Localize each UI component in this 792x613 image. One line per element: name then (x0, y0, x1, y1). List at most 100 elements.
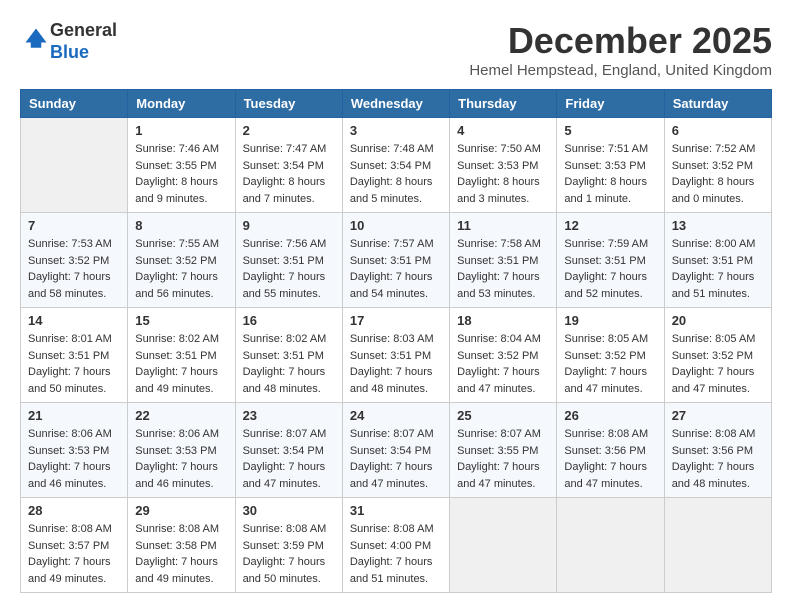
day-info: Sunrise: 7:56 AMSunset: 3:51 PMDaylight:… (243, 236, 335, 302)
day-number: 25 (457, 408, 549, 423)
day-number: 31 (350, 503, 442, 518)
calendar-cell (664, 498, 771, 593)
calendar-cell: 12 Sunrise: 7:59 AMSunset: 3:51 PMDayligh… (557, 213, 664, 308)
day-info: Sunrise: 8:08 AMSunset: 3:59 PMDaylight:… (243, 521, 335, 587)
day-number: 9 (243, 218, 335, 233)
day-info: Sunrise: 8:00 AMSunset: 3:51 PMDaylight:… (672, 236, 764, 302)
day-info: Sunrise: 8:04 AMSunset: 3:52 PMDaylight:… (457, 331, 549, 397)
calendar-cell: 17 Sunrise: 8:03 AMSunset: 3:51 PMDayligh… (342, 308, 449, 403)
day-info: Sunrise: 8:05 AMSunset: 3:52 PMDaylight:… (564, 331, 656, 397)
calendar-cell: 30 Sunrise: 8:08 AMSunset: 3:59 PMDayligh… (235, 498, 342, 593)
calendar-cell (450, 498, 557, 593)
calendar-week-row: 1 Sunrise: 7:46 AMSunset: 3:55 PMDaylight… (21, 118, 772, 213)
day-number: 30 (243, 503, 335, 518)
calendar-cell: 22Sunrise: 8:06 AMSunset: 3:53 PMDayligh… (128, 403, 235, 498)
calendar-cell: 31Sunrise: 8:08 AMSunset: 4:00 PMDayligh… (342, 498, 449, 593)
day-info: Sunrise: 7:55 AMSunset: 3:52 PMDaylight:… (135, 236, 227, 302)
day-number: 4 (457, 123, 549, 138)
calendar-cell: 19 Sunrise: 8:05 AMSunset: 3:52 PMDayligh… (557, 308, 664, 403)
day-number: 6 (672, 123, 764, 138)
logo: General Blue (20, 20, 117, 63)
calendar-cell: 16 Sunrise: 8:02 AMSunset: 3:51 PMDayligh… (235, 308, 342, 403)
calendar-cell (557, 498, 664, 593)
day-info: Sunrise: 8:07 AMSunset: 3:54 PMDaylight:… (350, 426, 442, 492)
calendar-cell: 28Sunrise: 8:08 AMSunset: 3:57 PMDayligh… (21, 498, 128, 593)
weekday-header-row: SundayMondayTuesdayWednesdayThursdayFrid… (21, 90, 772, 118)
day-info: Sunrise: 8:08 AMSunset: 3:58 PMDaylight:… (135, 521, 227, 587)
day-number: 1 (135, 123, 227, 138)
calendar-cell: 21 Sunrise: 8:06 AMSunset: 3:53 PMDayligh… (21, 403, 128, 498)
calendar-cell: 3Sunrise: 7:48 AMSunset: 3:54 PMDaylight… (342, 118, 449, 213)
day-number: 12 (564, 218, 656, 233)
day-info: Sunrise: 7:51 AMSunset: 3:53 PMDaylight:… (564, 141, 656, 207)
day-number: 14 (28, 313, 120, 328)
day-number: 10 (350, 218, 442, 233)
calendar-cell: 9 Sunrise: 7:56 AMSunset: 3:51 PMDaylight… (235, 213, 342, 308)
day-info: Sunrise: 8:02 AMSunset: 3:51 PMDaylight:… (135, 331, 227, 397)
day-number: 21 (28, 408, 120, 423)
day-info: Sunrise: 8:05 AMSunset: 3:52 PMDaylight:… (672, 331, 764, 397)
day-info: Sunrise: 8:06 AMSunset: 3:53 PMDaylight:… (28, 426, 120, 492)
calendar-cell: 26 Sunrise: 8:08 AMSunset: 3:56 PMDayligh… (557, 403, 664, 498)
calendar-cell (21, 118, 128, 213)
day-info: Sunrise: 8:08 AMSunset: 3:56 PMDaylight:… (564, 426, 656, 492)
weekday-header-sunday: Sunday (21, 90, 128, 118)
location: Hemel Hempstead, England, United Kingdom (469, 62, 772, 79)
calendar-cell: 23 Sunrise: 8:07 AMSunset: 3:54 PMDayligh… (235, 403, 342, 498)
calendar-cell: 1 Sunrise: 7:46 AMSunset: 3:55 PMDaylight… (128, 118, 235, 213)
day-info: Sunrise: 8:03 AMSunset: 3:51 PMDaylight:… (350, 331, 442, 397)
calendar-cell: 11Sunrise: 7:58 AMSunset: 3:51 PMDayligh… (450, 213, 557, 308)
day-number: 13 (672, 218, 764, 233)
day-info: Sunrise: 7:46 AMSunset: 3:55 PMDaylight:… (135, 141, 227, 207)
page-header: General Blue December 2025 Hemel Hempste… (20, 20, 772, 79)
day-number: 17 (350, 313, 442, 328)
logo-text: General Blue (50, 20, 117, 63)
calendar-cell: 20 Sunrise: 8:05 AMSunset: 3:52 PMDayligh… (664, 308, 771, 403)
calendar-cell: 7 Sunrise: 7:53 AMSunset: 3:52 PMDaylight… (21, 213, 128, 308)
calendar-body: 1 Sunrise: 7:46 AMSunset: 3:55 PMDaylight… (21, 118, 772, 593)
day-info: Sunrise: 8:07 AMSunset: 3:55 PMDaylight:… (457, 426, 549, 492)
day-number: 16 (243, 313, 335, 328)
day-number: 19 (564, 313, 656, 328)
day-number: 27 (672, 408, 764, 423)
weekday-header-wednesday: Wednesday (342, 90, 449, 118)
calendar-cell: 25 Sunrise: 8:07 AMSunset: 3:55 PMDayligh… (450, 403, 557, 498)
calendar-cell: 18 Sunrise: 8:04 AMSunset: 3:52 PMDayligh… (450, 308, 557, 403)
day-info: Sunrise: 8:08 AMSunset: 3:56 PMDaylight:… (672, 426, 764, 492)
calendar-cell: 5Sunrise: 7:51 AMSunset: 3:53 PMDaylight… (557, 118, 664, 213)
day-info: Sunrise: 8:06 AMSunset: 3:53 PMDaylight:… (135, 426, 227, 492)
calendar-week-row: 14Sunrise: 8:01 AMSunset: 3:51 PMDayligh… (21, 308, 772, 403)
day-number: 26 (564, 408, 656, 423)
day-info: Sunrise: 8:02 AMSunset: 3:51 PMDaylight:… (243, 331, 335, 397)
day-number: 18 (457, 313, 549, 328)
logo-icon (22, 25, 50, 53)
calendar-cell: 15Sunrise: 8:02 AMSunset: 3:51 PMDayligh… (128, 308, 235, 403)
day-number: 28 (28, 503, 120, 518)
calendar-cell: 4 Sunrise: 7:50 AMSunset: 3:53 PMDaylight… (450, 118, 557, 213)
day-number: 23 (243, 408, 335, 423)
calendar-cell: 13 Sunrise: 8:00 AMSunset: 3:51 PMDayligh… (664, 213, 771, 308)
calendar-cell: 29 Sunrise: 8:08 AMSunset: 3:58 PMDayligh… (128, 498, 235, 593)
calendar-cell: 6Sunrise: 7:52 AMSunset: 3:52 PMDaylight… (664, 118, 771, 213)
day-info: Sunrise: 7:53 AMSunset: 3:52 PMDaylight:… (28, 236, 120, 302)
day-number: 8 (135, 218, 227, 233)
calendar-week-row: 7 Sunrise: 7:53 AMSunset: 3:52 PMDaylight… (21, 213, 772, 308)
day-number: 29 (135, 503, 227, 518)
calendar-cell: 14Sunrise: 8:01 AMSunset: 3:51 PMDayligh… (21, 308, 128, 403)
weekday-header-friday: Friday (557, 90, 664, 118)
calendar-cell: 24 Sunrise: 8:07 AMSunset: 3:54 PMDayligh… (342, 403, 449, 498)
day-info: Sunrise: 7:50 AMSunset: 3:53 PMDaylight:… (457, 141, 549, 207)
day-info: Sunrise: 8:07 AMSunset: 3:54 PMDaylight:… (243, 426, 335, 492)
weekday-header-thursday: Thursday (450, 90, 557, 118)
calendar-cell: 2Sunrise: 7:47 AMSunset: 3:54 PMDaylight… (235, 118, 342, 213)
day-number: 11 (457, 218, 549, 233)
calendar-cell: 8 Sunrise: 7:55 AMSunset: 3:52 PMDaylight… (128, 213, 235, 308)
day-number: 3 (350, 123, 442, 138)
day-number: 24 (350, 408, 442, 423)
day-info: Sunrise: 7:59 AMSunset: 3:51 PMDaylight:… (564, 236, 656, 302)
day-number: 7 (28, 218, 120, 233)
weekday-header-tuesday: Tuesday (235, 90, 342, 118)
day-number: 20 (672, 313, 764, 328)
month-title: December 2025 (469, 20, 772, 62)
calendar-cell: 10Sunrise: 7:57 AMSunset: 3:51 PMDayligh… (342, 213, 449, 308)
